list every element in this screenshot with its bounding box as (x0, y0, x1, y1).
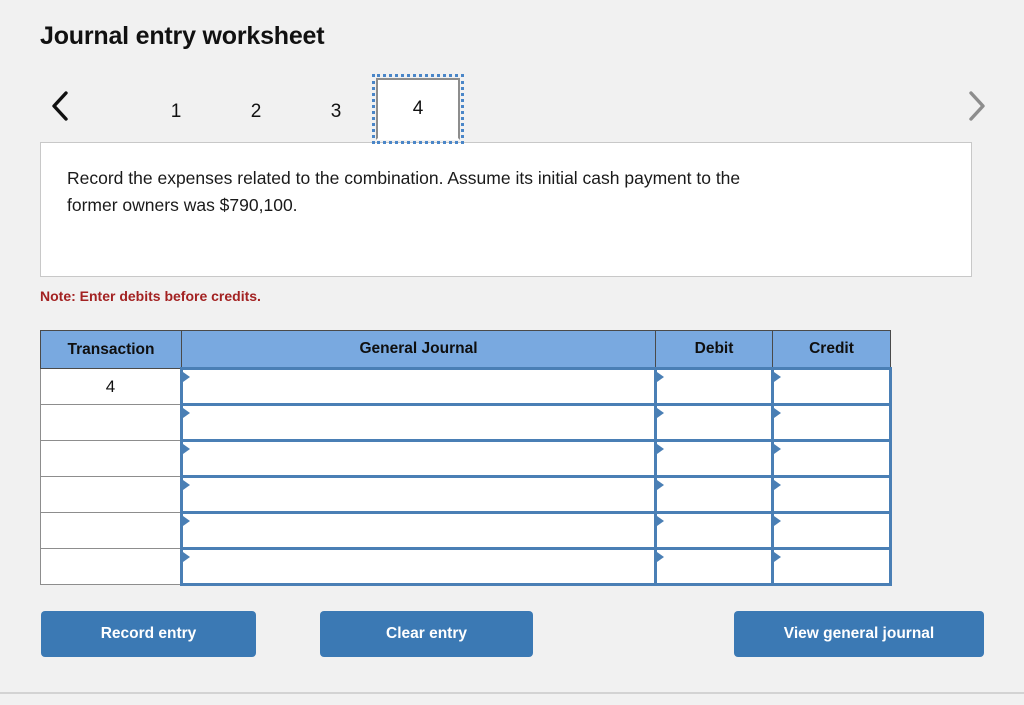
credit-cell[interactable] (771, 511, 892, 550)
general-journal-cell[interactable] (180, 439, 657, 478)
credit-input[interactable] (774, 550, 889, 583)
transaction-cell (40, 476, 182, 513)
transaction-cell (40, 440, 182, 477)
general-journal-input[interactable] (183, 370, 654, 403)
worksheet-tab-2[interactable]: 2 (216, 84, 296, 140)
general-journal-input[interactable] (183, 478, 654, 511)
credit-cell[interactable] (771, 439, 892, 478)
debit-cell[interactable] (654, 511, 774, 550)
general-journal-cell[interactable] (180, 475, 657, 514)
credit-cell[interactable] (771, 367, 892, 406)
debit-cell[interactable] (654, 439, 774, 478)
debits-before-credits-note: Note: Enter debits before credits. (40, 288, 261, 304)
table-row: 4 (40, 367, 892, 406)
general-journal-input[interactable] (183, 514, 654, 547)
instruction-text: Record the expenses related to the combi… (67, 168, 741, 216)
general-journal-cell[interactable] (180, 547, 657, 586)
table-row (40, 511, 892, 550)
debit-input[interactable] (657, 370, 771, 403)
general-journal-cell[interactable] (180, 511, 657, 550)
journal-entry-table: Transaction General Journal Debit Credit… (40, 330, 892, 586)
clear-entry-button[interactable]: Clear entry (320, 611, 533, 657)
table-row (40, 475, 892, 514)
chevron-right-icon[interactable] (956, 78, 996, 134)
general-journal-cell[interactable] (180, 403, 657, 442)
credit-cell[interactable] (771, 475, 892, 514)
general-journal-input[interactable] (183, 442, 654, 475)
worksheet-tab-3[interactable]: 3 (296, 84, 376, 140)
chevron-left-icon[interactable] (40, 78, 80, 134)
debit-cell[interactable] (654, 367, 774, 406)
debit-input[interactable] (657, 514, 771, 547)
worksheet-tab-1[interactable]: 1 (136, 84, 216, 140)
column-header-credit: Credit (772, 330, 891, 369)
page-title: Journal entry worksheet (40, 22, 325, 50)
general-journal-cell[interactable] (180, 367, 657, 406)
view-general-journal-button[interactable]: View general journal (734, 611, 984, 657)
transaction-cell (40, 512, 182, 549)
credit-input[interactable] (774, 442, 889, 475)
debit-input[interactable] (657, 442, 771, 475)
worksheet-pager: 1 2 3 4 (40, 74, 985, 144)
column-header-debit: Debit (655, 330, 773, 369)
debit-cell[interactable] (654, 403, 774, 442)
transaction-cell (40, 404, 182, 441)
table-row (40, 547, 892, 586)
credit-input[interactable] (774, 406, 889, 439)
credit-cell[interactable] (771, 403, 892, 442)
table-row (40, 439, 892, 478)
bottom-divider (0, 692, 1024, 694)
journal-entry-worksheet-page: Journal entry worksheet 1 2 3 4 Record t… (0, 0, 1024, 705)
credit-input[interactable] (774, 370, 889, 403)
worksheet-tab-4[interactable]: 4 (372, 74, 464, 144)
debit-cell[interactable] (654, 547, 774, 586)
transaction-cell: 4 (40, 368, 182, 405)
transaction-cell (40, 548, 182, 585)
table-row (40, 403, 892, 442)
debit-input[interactable] (657, 406, 771, 439)
credit-input[interactable] (774, 478, 889, 511)
column-header-transaction: Transaction (40, 330, 182, 369)
table-header-row: Transaction General Journal Debit Credit (40, 330, 891, 369)
debit-input[interactable] (657, 478, 771, 511)
credit-cell[interactable] (771, 547, 892, 586)
record-entry-button[interactable]: Record entry (41, 611, 256, 657)
debit-input[interactable] (657, 550, 771, 583)
debit-cell[interactable] (654, 475, 774, 514)
worksheet-tabs: 1 2 3 4 (136, 74, 464, 144)
general-journal-input[interactable] (183, 406, 654, 439)
column-header-general-journal: General Journal (181, 330, 656, 369)
general-journal-input[interactable] (183, 550, 654, 583)
credit-input[interactable] (774, 514, 889, 547)
instruction-panel: Record the expenses related to the combi… (40, 142, 972, 277)
